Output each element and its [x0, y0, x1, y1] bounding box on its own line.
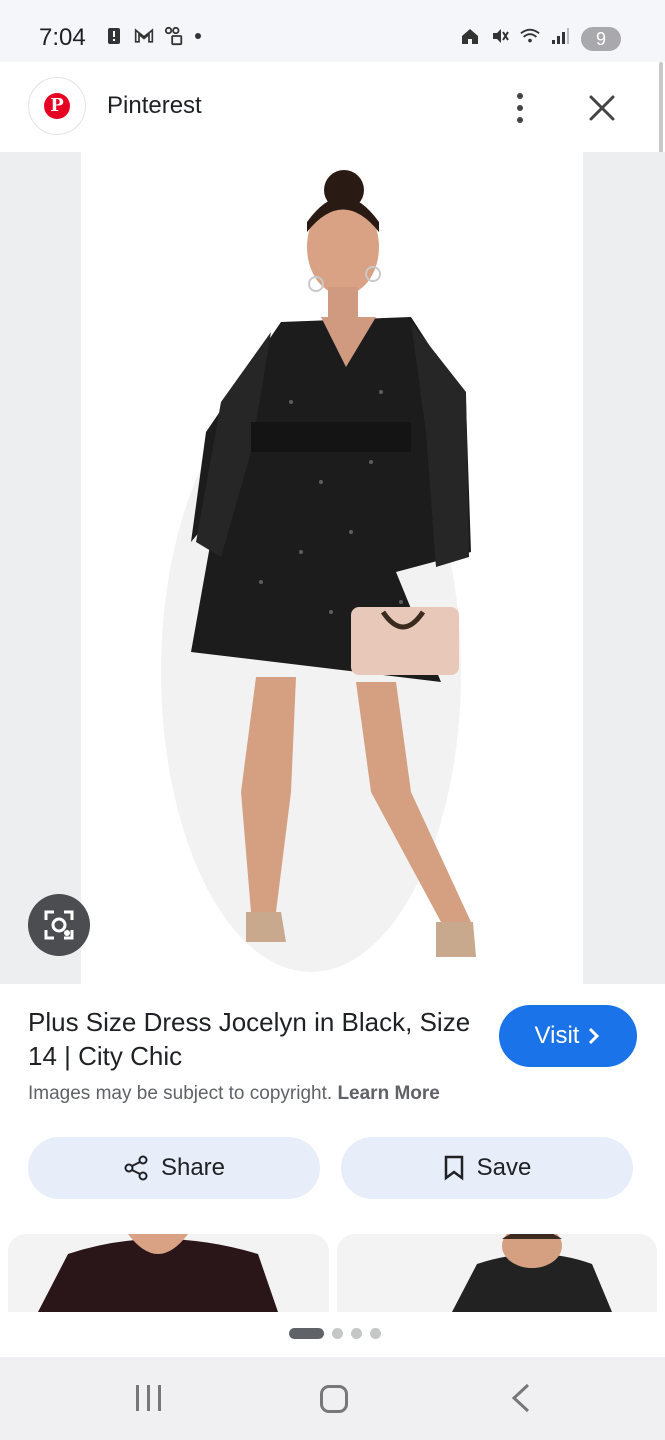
back-icon[interactable]: [506, 1382, 536, 1414]
learn-more-link[interactable]: Learn More: [337, 1083, 439, 1104]
home-icon: [462, 29, 478, 44]
product-info: Plus Size Dress Jocelyn in Black, Size 1…: [28, 1005, 478, 1073]
recent-bar-icon: [157, 1385, 161, 1411]
visit-button[interactable]: Visit: [499, 1005, 637, 1067]
copyright-notice: Images may be subject to copyright. Lear…: [28, 1083, 440, 1105]
recent-bar-icon: [146, 1385, 150, 1411]
save-label: Save: [476, 1154, 532, 1181]
status-bar: 7:04 9: [0, 0, 665, 62]
recent-apps-button[interactable]: [133, 1385, 163, 1413]
product-image[interactable]: [81, 152, 583, 984]
save-button[interactable]: Save: [341, 1137, 633, 1199]
share-icon: [124, 1155, 148, 1181]
image-pager: [289, 1328, 381, 1339]
pager-dot-active[interactable]: [289, 1328, 324, 1339]
share-button[interactable]: Share: [28, 1137, 320, 1199]
dress-model-image: [161, 170, 476, 972]
close-icon[interactable]: [584, 90, 620, 126]
visual-search-icon: [44, 910, 74, 940]
pager-dot[interactable]: [332, 1328, 343, 1339]
source-logo[interactable]: P: [28, 77, 86, 135]
pager-dot[interactable]: [351, 1328, 362, 1339]
related-image-2: [337, 1234, 657, 1312]
recent-bar-icon: [135, 1385, 139, 1411]
bookmark-icon: [444, 1155, 463, 1181]
related-image-1: [8, 1234, 329, 1312]
wifi-icon: [520, 28, 540, 43]
more-options-button[interactable]: [505, 86, 535, 130]
image-preview-area: [0, 152, 665, 984]
battery-icon: 9: [581, 27, 621, 51]
more-dot-icon: [517, 93, 523, 99]
mute-icon: [493, 29, 509, 43]
vpn-lock-icon: [164, 26, 183, 46]
pager-dot[interactable]: [370, 1328, 381, 1339]
copyright-text: Images may be subject to copyright.: [28, 1083, 333, 1104]
more-dot-icon: [517, 105, 523, 111]
chevron-right-icon: [589, 1027, 600, 1045]
status-time: 7:04: [39, 24, 86, 51]
product-title: Plus Size Dress Jocelyn in Black, Size 1…: [28, 1007, 471, 1071]
gmail-icon: [134, 28, 154, 43]
visit-label: Visit: [534, 1022, 580, 1049]
system-nav-bar: [0, 1357, 665, 1440]
more-dot-icon: [517, 117, 523, 123]
related-image-thumbnail[interactable]: [8, 1234, 329, 1312]
viewer-header: P Pinterest: [0, 62, 665, 152]
alert-icon: [108, 28, 120, 44]
status-left-icons: [104, 26, 202, 46]
signal-icon: [552, 28, 569, 44]
source-name[interactable]: Pinterest: [107, 92, 202, 120]
pinterest-logo-icon: P: [44, 93, 70, 119]
share-label: Share: [160, 1154, 226, 1181]
related-image-thumbnail[interactable]: [337, 1234, 657, 1312]
visual-search-button[interactable]: [28, 894, 90, 956]
dot-icon: [195, 33, 201, 39]
home-button[interactable]: [320, 1385, 348, 1413]
status-right-icons: [460, 26, 570, 46]
